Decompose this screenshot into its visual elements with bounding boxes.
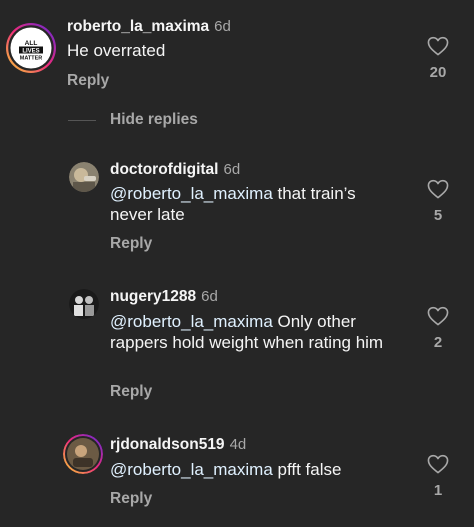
comment-body: He overrated <box>67 41 166 60</box>
like-button[interactable]: 20 <box>423 36 453 81</box>
heart-icon[interactable] <box>427 306 449 326</box>
comment-text: @roberto_la_maxima pfft false <box>110 459 400 480</box>
comment-timestamp: 6d <box>223 161 241 178</box>
hide-replies-label[interactable]: Hide replies <box>110 111 198 129</box>
avatar[interactable] <box>69 162 99 192</box>
username-text[interactable]: roberto_la_maxima <box>67 18 209 35</box>
comment-username[interactable]: doctorofdigital 6d <box>110 161 240 179</box>
avatar[interactable] <box>69 289 99 319</box>
avatar[interactable]: ALL LIVES MATTER <box>6 23 56 73</box>
like-count: 1 <box>433 482 443 499</box>
username-text[interactable]: nugery1288 <box>110 288 196 305</box>
avatar-image <box>69 289 99 319</box>
like-count: 20 <box>429 64 447 81</box>
mention-link[interactable]: @roberto_la_maxima <box>110 312 273 331</box>
comment-text: @roberto_la_maxima Only other rappers ho… <box>110 311 400 353</box>
comment-username[interactable]: nugery1288 6d <box>110 288 218 306</box>
heart-icon[interactable] <box>427 36 449 56</box>
like-button[interactable]: 1 <box>423 454 453 499</box>
comment-username[interactable]: rjdonaldson519 4d <box>110 436 246 454</box>
reply-button[interactable]: Reply <box>110 235 152 253</box>
heart-icon[interactable] <box>427 454 449 474</box>
avatar-image <box>63 434 103 474</box>
avatar[interactable] <box>63 434 103 474</box>
comment-timestamp: 6d <box>214 18 231 35</box>
like-button[interactable]: 5 <box>423 179 453 224</box>
like-count: 5 <box>433 207 443 224</box>
reply-button[interactable]: Reply <box>110 383 152 401</box>
username-text[interactable]: doctorofdigital <box>110 161 219 178</box>
divider-line <box>68 119 96 121</box>
comment-timestamp: 6d <box>201 288 218 305</box>
mention-link[interactable]: @roberto_la_maxima <box>110 460 273 479</box>
avatar-image: ALL LIVES MATTER <box>6 23 56 73</box>
comment-username[interactable]: roberto_la_maxima 6d <box>67 18 231 36</box>
avatar-image <box>69 162 99 192</box>
avatar-text-2: LIVES <box>22 48 39 54</box>
mention-link[interactable]: @roberto_la_maxima <box>110 184 273 203</box>
comment-text: @roberto_la_maxima that train’s never la… <box>110 183 390 225</box>
comment-body: pfft false <box>272 460 342 479</box>
comment-timestamp: 4d <box>229 436 247 453</box>
comment-text: He overrated <box>67 40 397 61</box>
avatar-text-1: ALL <box>25 40 38 47</box>
like-button[interactable]: 2 <box>423 306 453 351</box>
heart-icon[interactable] <box>427 179 449 199</box>
like-count: 2 <box>433 334 443 351</box>
reply-button[interactable]: Reply <box>67 72 109 90</box>
avatar-text-3: MATTER <box>20 56 43 62</box>
hide-replies-button[interactable]: Hide replies <box>68 111 198 129</box>
username-text[interactable]: rjdonaldson519 <box>110 436 225 453</box>
comments-thread: ALL LIVES MATTER roberto_la_maxima 6d He … <box>0 0 474 527</box>
reply-button[interactable]: Reply <box>110 490 152 508</box>
